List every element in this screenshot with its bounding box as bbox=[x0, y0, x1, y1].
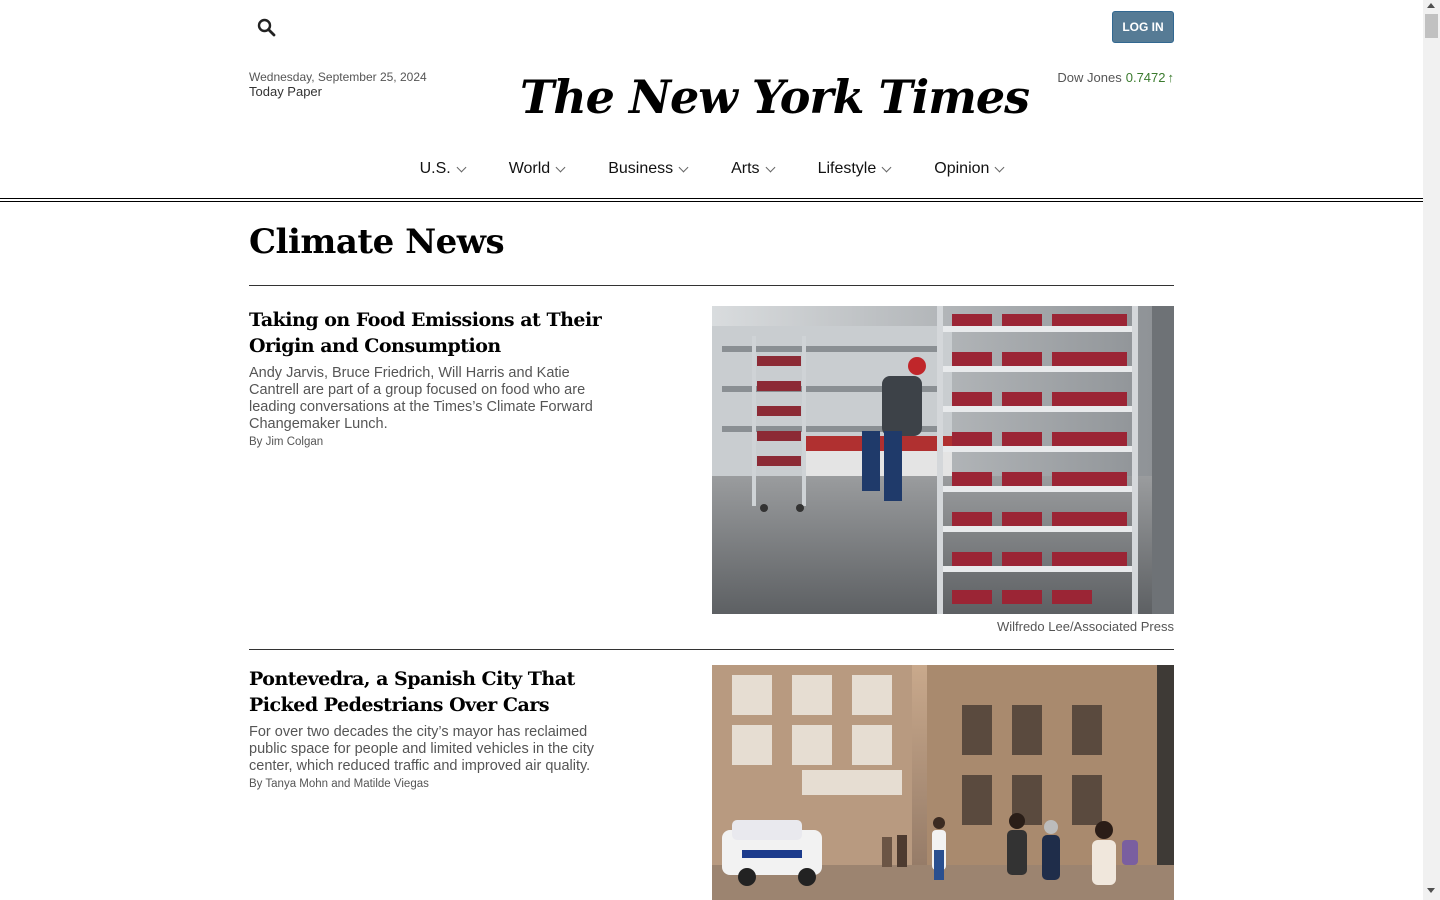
nav-item-world[interactable]: World bbox=[508, 156, 566, 182]
story-image[interactable] bbox=[712, 665, 1174, 900]
story-summary: For over two decades the city’s mayor ha… bbox=[249, 724, 594, 774]
story-image[interactable] bbox=[712, 306, 1174, 614]
today-paper-link[interactable]: Today Paper bbox=[249, 84, 322, 99]
nav-item-label: Lifestyle bbox=[817, 160, 877, 177]
nav-item-arts[interactable]: Arts bbox=[731, 156, 776, 182]
photo-credit: Wilfredo Lee/Associated Press bbox=[996, 619, 1174, 634]
divider bbox=[249, 649, 1174, 650]
chevron-down-icon bbox=[881, 162, 892, 172]
scrollbar-thumb[interactable] bbox=[1425, 14, 1438, 38]
story-byline: By Tanya Mohn and Matilde Viegas bbox=[249, 778, 429, 790]
login-button[interactable]: LOG IN bbox=[1112, 11, 1174, 43]
market-ticker: Dow Jones 0.7472 ↑ bbox=[1057, 70, 1174, 85]
story-byline: By Jim Colgan bbox=[249, 436, 324, 448]
story-headline[interactable]: Pontevedra, a Spanish City That Picked P… bbox=[249, 666, 609, 718]
chevron-down-icon bbox=[678, 162, 689, 172]
market-label: Dow Jones bbox=[1057, 70, 1122, 85]
nav-item-lifestyle[interactable]: Lifestyle bbox=[817, 156, 892, 182]
nav-item-business[interactable]: Business bbox=[608, 156, 689, 182]
nav-item-label: Arts bbox=[731, 160, 760, 177]
masthead-divider bbox=[0, 198, 1423, 202]
dateline: Wednesday, September 25, 2024 bbox=[249, 70, 427, 84]
chevron-down-icon bbox=[994, 162, 1005, 172]
nav-item-opinion[interactable]: Opinion bbox=[934, 156, 1005, 182]
page-scrollbar[interactable] bbox=[1423, 0, 1440, 900]
scroll-down-arrow-icon[interactable] bbox=[1427, 888, 1435, 893]
nav-item-label: Opinion bbox=[934, 160, 990, 177]
nav-item-label: U.S. bbox=[419, 160, 451, 177]
story-summary: Andy Jarvis, Bruce Friedrich, Will Harri… bbox=[249, 365, 593, 432]
chevron-down-icon bbox=[765, 162, 776, 172]
chevron-down-icon bbox=[555, 162, 566, 172]
divider bbox=[249, 285, 1174, 286]
story-headline[interactable]: Taking on Food Emissions at Their Origin… bbox=[249, 307, 609, 359]
page: LOG IN Wednesday, September 25, 2024 Tod… bbox=[0, 0, 1423, 900]
chevron-down-icon bbox=[456, 162, 467, 172]
nav-item-label: Business bbox=[608, 160, 674, 177]
market-value: 0.7472 bbox=[1125, 70, 1166, 85]
section-title: Climate News bbox=[249, 222, 505, 262]
scroll-up-arrow-icon[interactable] bbox=[1427, 3, 1435, 8]
nav-item-label: World bbox=[508, 160, 551, 177]
section-nav: U.S. World Business Arts Lifestyle Opini… bbox=[0, 156, 1423, 182]
nyt-logo[interactable]: The New York Times bbox=[520, 64, 1030, 130]
market-up-arrow-icon: ↑ bbox=[1167, 70, 1175, 85]
nav-item-us[interactable]: U.S. bbox=[419, 156, 467, 182]
search-icon[interactable] bbox=[256, 17, 278, 39]
